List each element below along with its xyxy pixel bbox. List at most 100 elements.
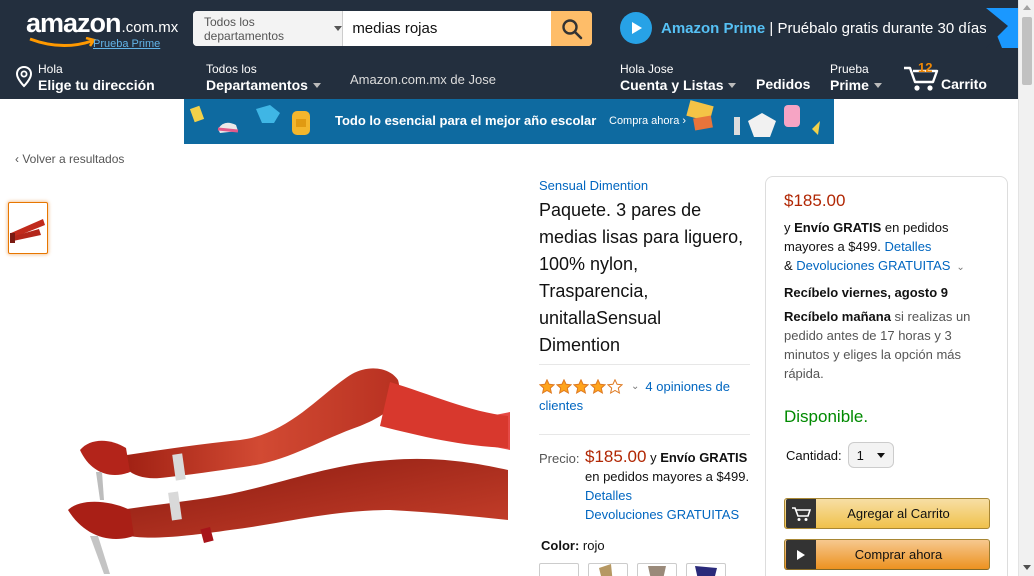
- buybox-free-returns-link[interactable]: Devoluciones GRATUITAS: [796, 258, 950, 273]
- price-details: $185.00 y Envío GRATIS en pedidos mayore…: [585, 447, 755, 524]
- star-empty-icon: [607, 379, 623, 395]
- free-returns-link[interactable]: Devoluciones GRATUITAS: [585, 507, 739, 522]
- promo-banner[interactable]: Todo lo esencial para el mejor año escol…: [184, 99, 834, 144]
- play-icon: [620, 12, 652, 44]
- nav-departments-line1: Todos los: [206, 62, 257, 76]
- color-swatch[interactable]: [588, 563, 628, 576]
- cart-icon: [786, 499, 816, 528]
- school-supplies-illustration-icon: [189, 105, 310, 135]
- divider: [539, 434, 750, 435]
- prime-flag-icon: [986, 8, 1018, 48]
- buybox-free-shipping: Envío GRATIS: [794, 220, 882, 235]
- color-label: Color:: [541, 538, 580, 553]
- nav-orders[interactable]: Pedidos: [756, 76, 810, 92]
- star-filled-icon: [573, 379, 589, 395]
- banner-headline: Todo lo esencial para el mejor año escol…: [335, 113, 597, 128]
- chevron-down-icon: [873, 82, 882, 88]
- price-label: Precio:: [539, 451, 580, 466]
- buybox-shipping: y Envío GRATIS en pedidos mayores a $499…: [784, 218, 994, 277]
- add-to-cart-button[interactable]: Agregar al Carrito: [784, 498, 990, 529]
- search-department-label: Todos los departamentos: [204, 14, 285, 43]
- school-supplies-illustration-icon: [686, 100, 820, 137]
- star-rating[interactable]: [539, 379, 623, 395]
- star-filled-icon: [590, 379, 606, 395]
- divider: [539, 364, 750, 365]
- nav-prime-line2: Prime: [830, 76, 869, 93]
- nav-departments[interactable]: Todos los Departamentos: [206, 62, 321, 93]
- banner-cta[interactable]: Compra ahora ›: [609, 115, 686, 127]
- nav-cart-label[interactable]: Carrito: [941, 76, 987, 92]
- buybox-price: $185.00: [784, 191, 846, 210]
- shipping-conjunction: y: [646, 450, 661, 465]
- location-pin-icon: [15, 66, 33, 88]
- nav-top-bar: amazon.com.mx Prueba Prime Todos los dep…: [0, 0, 1018, 57]
- color-swatches: [539, 563, 726, 576]
- product-main-image[interactable]: [60, 360, 510, 576]
- details-link[interactable]: Detalles: [585, 488, 632, 503]
- search-bar: Todos los departamentos: [193, 11, 592, 46]
- buy-now-button[interactable]: Comprar ahora: [784, 539, 990, 570]
- quantity-value: 1: [856, 447, 864, 463]
- search-icon: [561, 18, 582, 39]
- availability-status: Disponible.: [784, 407, 869, 426]
- product-title: Paquete. 3 pares de medias lisas para li…: [539, 200, 744, 355]
- color-swatch[interactable]: [539, 563, 579, 576]
- buy-box: $185.00 y Envío GRATIS en pedidos mayore…: [765, 176, 1008, 576]
- nav-account-label: Cuenta y Listas: [620, 76, 724, 93]
- nav-prime[interactable]: Prueba Prime: [830, 62, 882, 93]
- prime-separator: |: [765, 19, 778, 37]
- brand-link[interactable]: Sensual Dimention: [539, 178, 648, 193]
- red-stockings-legs-image: [68, 368, 510, 574]
- play-icon: [786, 540, 816, 569]
- scroll-up-icon[interactable]: [1023, 5, 1031, 10]
- page-scrollbar[interactable]: [1018, 0, 1034, 576]
- logo-tld: .com.mx: [121, 19, 179, 36]
- logo-prime-link[interactable]: Prueba Prime: [93, 38, 160, 50]
- scrollbar-thumb[interactable]: [1022, 17, 1032, 85]
- shipping-condition: en pedidos mayores a $499.: [585, 469, 750, 484]
- chevron-down-icon[interactable]: ⌄: [631, 381, 639, 392]
- nav-location-greeting: Hola: [38, 62, 63, 76]
- amazon-logo[interactable]: amazon.com.mx Prueba Prime: [26, 8, 179, 50]
- nav-prime-line1: Prueba: [830, 62, 869, 76]
- scroll-down-icon[interactable]: [1023, 565, 1031, 570]
- add-to-cart-label: Agregar al Carrito: [847, 506, 950, 521]
- back-to-results-link[interactable]: ‹ Volver a resultados: [15, 152, 124, 166]
- fast-delivery-label: Recíbelo mañana: [784, 309, 891, 324]
- buybox-shipping-conj: y: [784, 220, 795, 235]
- star-filled-icon: [556, 379, 572, 395]
- color-swatch[interactable]: [637, 563, 677, 576]
- cart-count: 12: [918, 60, 933, 75]
- delivery-date: Recíbelo viernes, agosto 9: [784, 285, 949, 300]
- buy-now-label: Comprar ahora: [854, 547, 943, 562]
- prime-promo[interactable]: Amazon Prime | Pruébalo gratis durante 3…: [620, 12, 987, 44]
- search-department-select[interactable]: Todos los departamentos: [193, 11, 344, 46]
- logo-smile-icon: [29, 37, 97, 48]
- logo-wordmark: amazon: [26, 8, 122, 38]
- star-filled-icon: [539, 379, 555, 395]
- nav-account-greeting: Hola Jose: [620, 62, 674, 76]
- product-page: amazon.com.mx Prueba Prime Todos los dep…: [0, 0, 1034, 576]
- chevron-down-icon: [728, 82, 737, 88]
- nav-account[interactable]: Hola Jose Cuenta y Listas: [620, 62, 737, 93]
- chevron-down-icon[interactable]: ⌄: [956, 262, 964, 273]
- color-swatch[interactable]: [686, 563, 726, 576]
- buybox-details-link[interactable]: Detalles: [884, 239, 931, 254]
- prime-promo-text: Amazon Prime | Pruébalo gratis durante 3…: [661, 20, 987, 37]
- fast-delivery-info: Recíbelo mañana si realizas un pedido an…: [784, 307, 994, 383]
- search-input[interactable]: [343, 11, 552, 46]
- chevron-down-icon: [876, 452, 885, 458]
- chevron-down-icon: [312, 82, 321, 88]
- stockings-thumbnail-image: [10, 219, 45, 243]
- free-shipping-label: Envío GRATIS: [660, 450, 748, 465]
- color-row: Color: rojo: [541, 538, 605, 553]
- quantity-select[interactable]: 1: [847, 442, 894, 468]
- nav-departments-line2: Departamentos: [206, 76, 308, 93]
- search-button[interactable]: [551, 11, 592, 46]
- nav-store-link[interactable]: Amazon.com.mx de Jose: [350, 72, 496, 88]
- nav-location-label: Elige tu dirección: [38, 76, 155, 93]
- product-price: $185.00: [585, 447, 647, 466]
- nav-location[interactable]: Hola Elige tu dirección: [38, 62, 155, 93]
- image-thumbnail[interactable]: [8, 202, 48, 254]
- buybox-returns-prefix: &: [784, 258, 797, 273]
